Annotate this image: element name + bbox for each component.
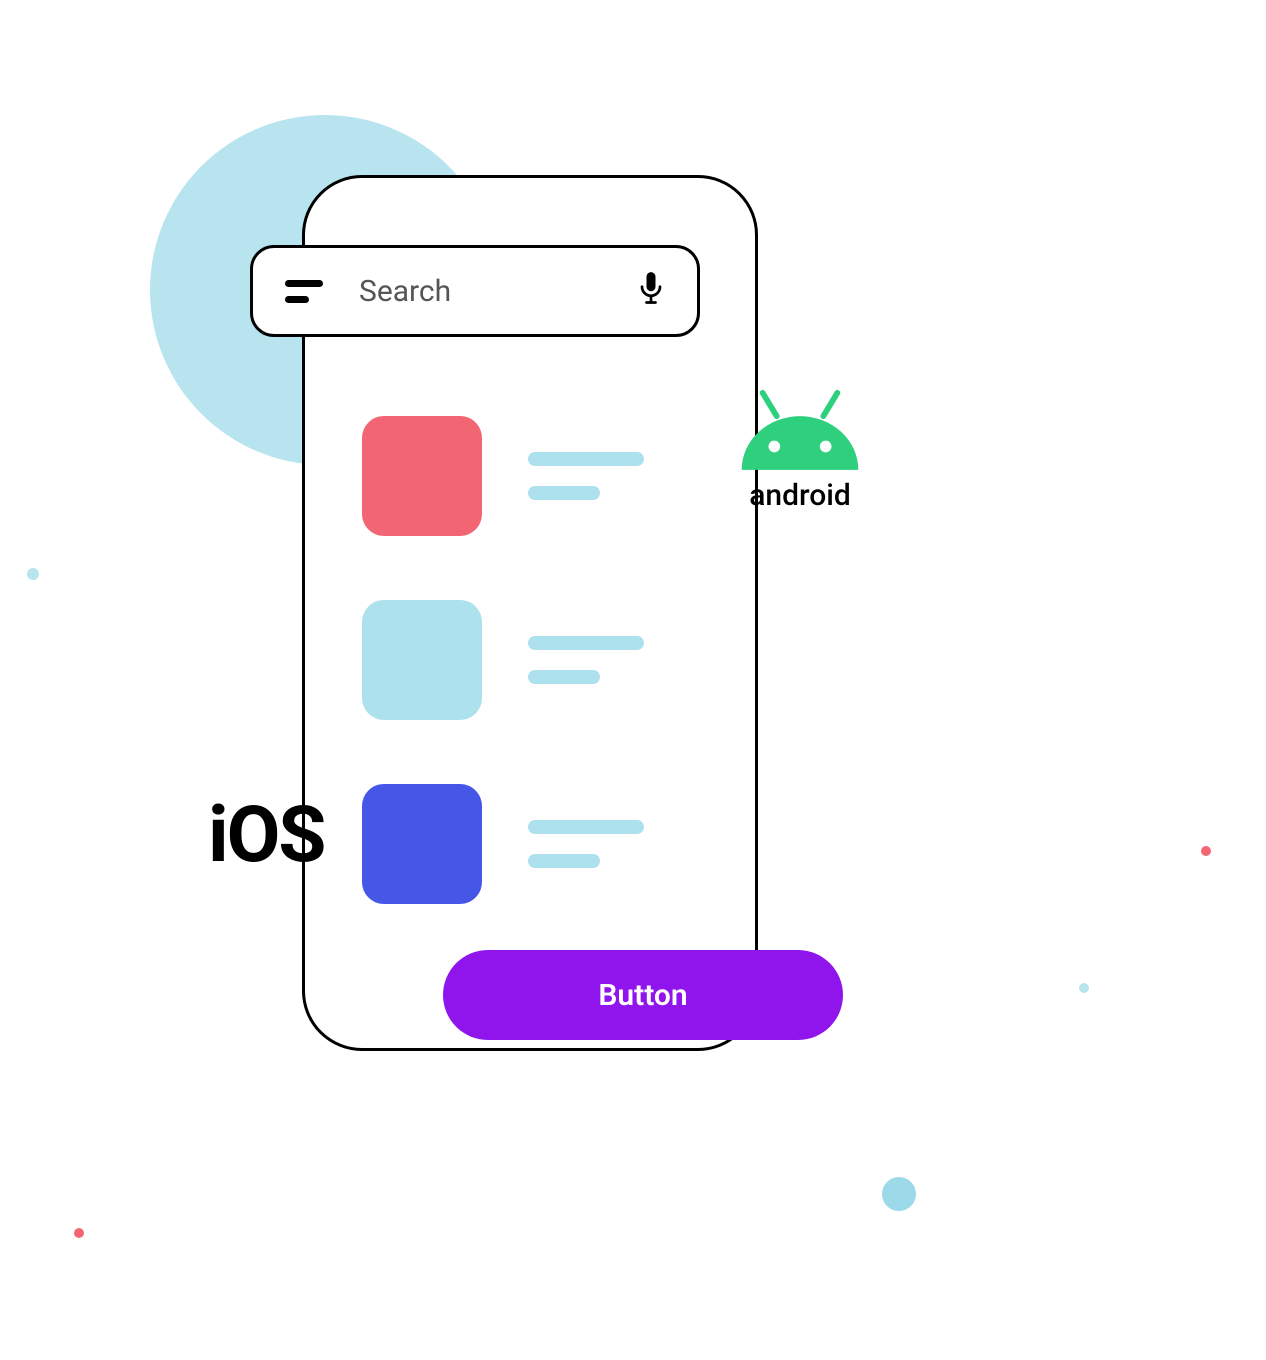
menu-icon[interactable] — [285, 276, 323, 306]
list-item-thumbnail — [362, 784, 482, 904]
search-input[interactable]: Search — [359, 274, 637, 309]
list-item[interactable] — [362, 784, 702, 904]
content-list — [362, 416, 702, 968]
decor-dot — [1079, 983, 1089, 993]
decor-dot — [882, 1177, 916, 1211]
microphone-icon[interactable] — [637, 271, 665, 311]
search-bar[interactable]: Search — [250, 245, 700, 337]
primary-button[interactable]: Button — [443, 950, 843, 1040]
list-item[interactable] — [362, 600, 702, 720]
decor-dot — [27, 568, 39, 580]
android-label: android — [725, 478, 875, 513]
list-item[interactable] — [362, 416, 702, 536]
list-item-thumbnail — [362, 416, 482, 536]
decor-dot — [1201, 846, 1211, 856]
android-logo: android — [725, 388, 875, 513]
list-item-text — [528, 636, 644, 684]
android-icon — [730, 388, 870, 470]
decor-dot — [74, 1228, 84, 1238]
list-item-thumbnail — [362, 600, 482, 720]
list-item-text — [528, 452, 644, 500]
list-item-text — [528, 820, 644, 868]
ios-label: iOS — [208, 790, 324, 881]
